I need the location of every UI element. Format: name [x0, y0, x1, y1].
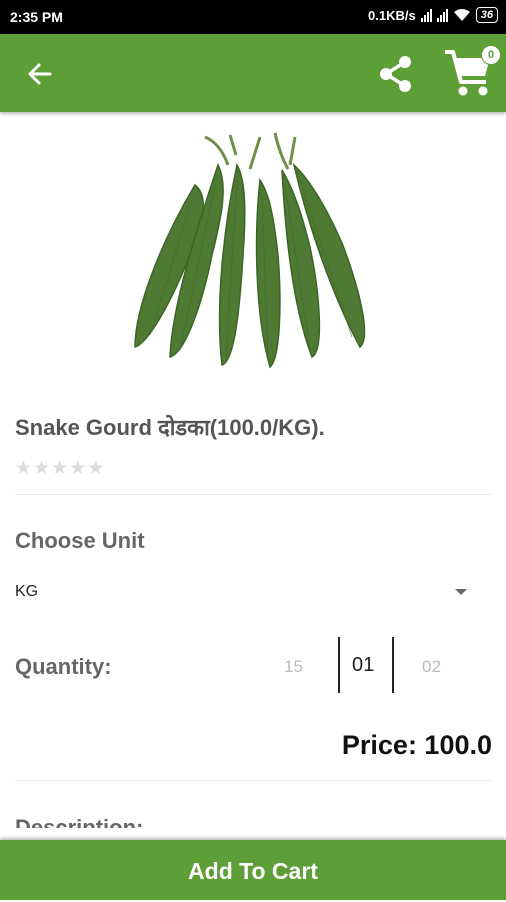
signal-icon	[420, 8, 432, 22]
status-icons: 0.1KB/s 36	[368, 7, 498, 23]
price-text: Price: 100.0	[341, 730, 492, 760]
back-button[interactable]	[20, 54, 60, 94]
share-button[interactable]	[374, 52, 418, 96]
product-image	[134, 132, 366, 369]
star-icon[interactable]: ★	[33, 457, 50, 480]
quantity-picker[interactable]: 15 01 02	[270, 637, 470, 693]
cart-count-badge: 0	[481, 45, 501, 65]
battery-icon: 36	[475, 7, 498, 23]
quantity-current-value[interactable]: 01	[352, 654, 374, 677]
quantity-next-value[interactable]: 02	[422, 657, 441, 677]
unit-value: KG	[15, 583, 39, 600]
dropdown-caret-icon	[455, 589, 467, 595]
star-icon[interactable]: ★	[87, 457, 104, 480]
product-title: Snake Gourd दोडका(100.0/KG).	[15, 415, 325, 440]
rating-stars[interactable]: ★ ★ ★ ★ ★	[15, 457, 104, 480]
star-icon[interactable]: ★	[69, 457, 86, 480]
network-speed: 0.1KB/s	[368, 7, 416, 23]
arrow-left-icon	[28, 63, 52, 85]
divider	[15, 780, 493, 781]
picker-divider-left	[338, 637, 340, 693]
add-to-cart-button[interactable]: Add To Cart	[0, 840, 506, 900]
choose-unit-label: Choose Unit	[15, 528, 145, 553]
signal-icon-2	[436, 8, 448, 22]
wifi-icon	[453, 9, 470, 21]
star-icon[interactable]: ★	[15, 457, 32, 480]
status-bar: 2:35 PM 0.1KB/s 36	[0, 0, 506, 34]
unit-dropdown[interactable]: KG	[15, 575, 475, 611]
quantity-label: Quantity:	[15, 654, 112, 679]
quantity-prev-value[interactable]: 15	[284, 657, 303, 677]
share-icon	[380, 56, 411, 92]
status-time: 2:35 PM	[10, 9, 63, 25]
picker-divider-right	[392, 637, 394, 693]
description-label: Description:	[15, 815, 144, 828]
star-icon[interactable]: ★	[51, 457, 68, 480]
app-bar	[0, 34, 506, 112]
divider	[15, 494, 493, 495]
